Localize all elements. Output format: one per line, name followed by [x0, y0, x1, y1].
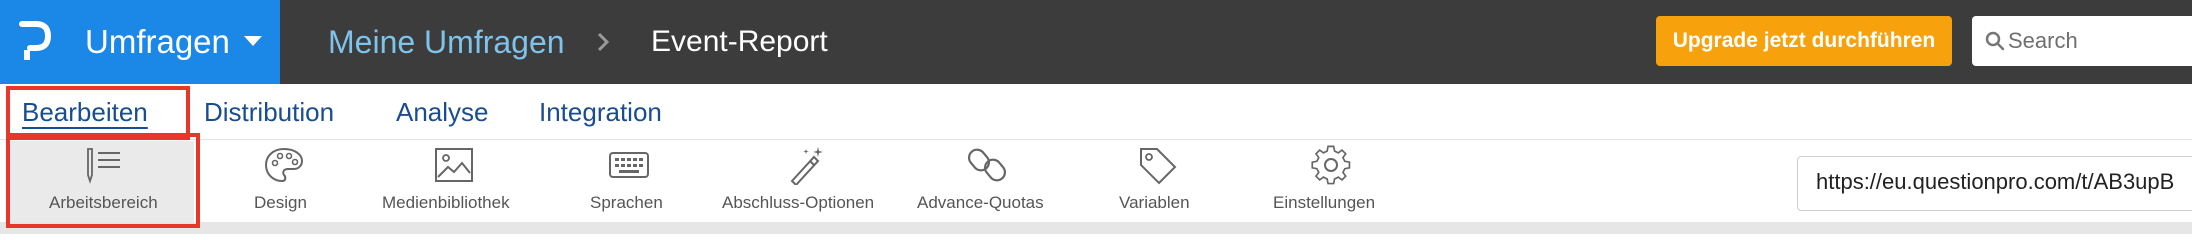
tool-label: Einstellungen — [1273, 193, 1376, 212]
breadcrumb-parent[interactable]: Meine Umfragen — [328, 20, 565, 64]
tool-einstellungen[interactable]: Einstellungen — [1273, 141, 1389, 223]
tag-icon — [1140, 148, 1177, 185]
tool-advance-quotas[interactable]: Advance-Quotas — [915, 141, 1059, 223]
tool-label: Abschluss-Optionen — [722, 193, 875, 212]
chevron-down-icon[interactable] — [244, 36, 262, 46]
magic-wand-icon — [790, 147, 823, 185]
tab-integration[interactable]: Integration — [539, 92, 662, 132]
gear-icon — [1311, 145, 1351, 185]
image-icon — [435, 148, 473, 182]
tool-label: Sprachen — [590, 193, 663, 212]
survey-url-field[interactable]: https://eu.questionpro.com/t/AB3upB — [1797, 156, 2192, 211]
tool-medienbibliothek[interactable]: Medienbibliothek — [380, 141, 530, 223]
highlight-box-tool — [6, 133, 200, 228]
tool-abschluss-optionen[interactable]: Abschluss-Optionen — [722, 141, 890, 223]
questionpro-logo-icon — [19, 21, 52, 60]
toolbar-bottom-border — [0, 222, 2192, 234]
tool-label: Medienbibliothek — [382, 193, 510, 212]
tool-label: Advance-Quotas — [917, 193, 1044, 212]
app-title[interactable]: Umfragen — [85, 20, 230, 64]
tool-sprachen[interactable]: Sprachen — [586, 141, 672, 223]
highlight-box-tab — [6, 86, 190, 140]
tab-analyse[interactable]: Analyse — [396, 92, 489, 132]
tool-label: Design — [254, 193, 307, 212]
tab-distribution[interactable]: Distribution — [204, 92, 334, 132]
search-icon — [1985, 31, 2005, 51]
app-switcher[interactable]: Umfragen — [0, 0, 280, 84]
chevron-right-icon — [597, 32, 610, 52]
survey-url-text[interactable]: https://eu.questionpro.com/t/AB3upB — [1816, 169, 2174, 195]
tool-label: Variablen — [1119, 193, 1190, 212]
search-box[interactable] — [1972, 16, 2192, 66]
search-input[interactable] — [2008, 16, 2192, 66]
upgrade-button[interactable]: Upgrade jetzt durchführen — [1656, 16, 1952, 66]
main-tabs: Bearbeiten Distribution Analyse Integrat… — [0, 84, 2192, 140]
palette-icon — [264, 147, 304, 183]
keyboard-icon — [609, 152, 649, 178]
breadcrumb-current: Event-Report — [651, 25, 828, 58]
chain-link-icon — [967, 148, 1007, 182]
tool-design[interactable]: Design — [240, 141, 330, 223]
top-bar: Umfragen Meine Umfragen Event-Report Upg… — [0, 0, 2192, 84]
tool-variablen[interactable]: Variablen — [1117, 141, 1197, 223]
